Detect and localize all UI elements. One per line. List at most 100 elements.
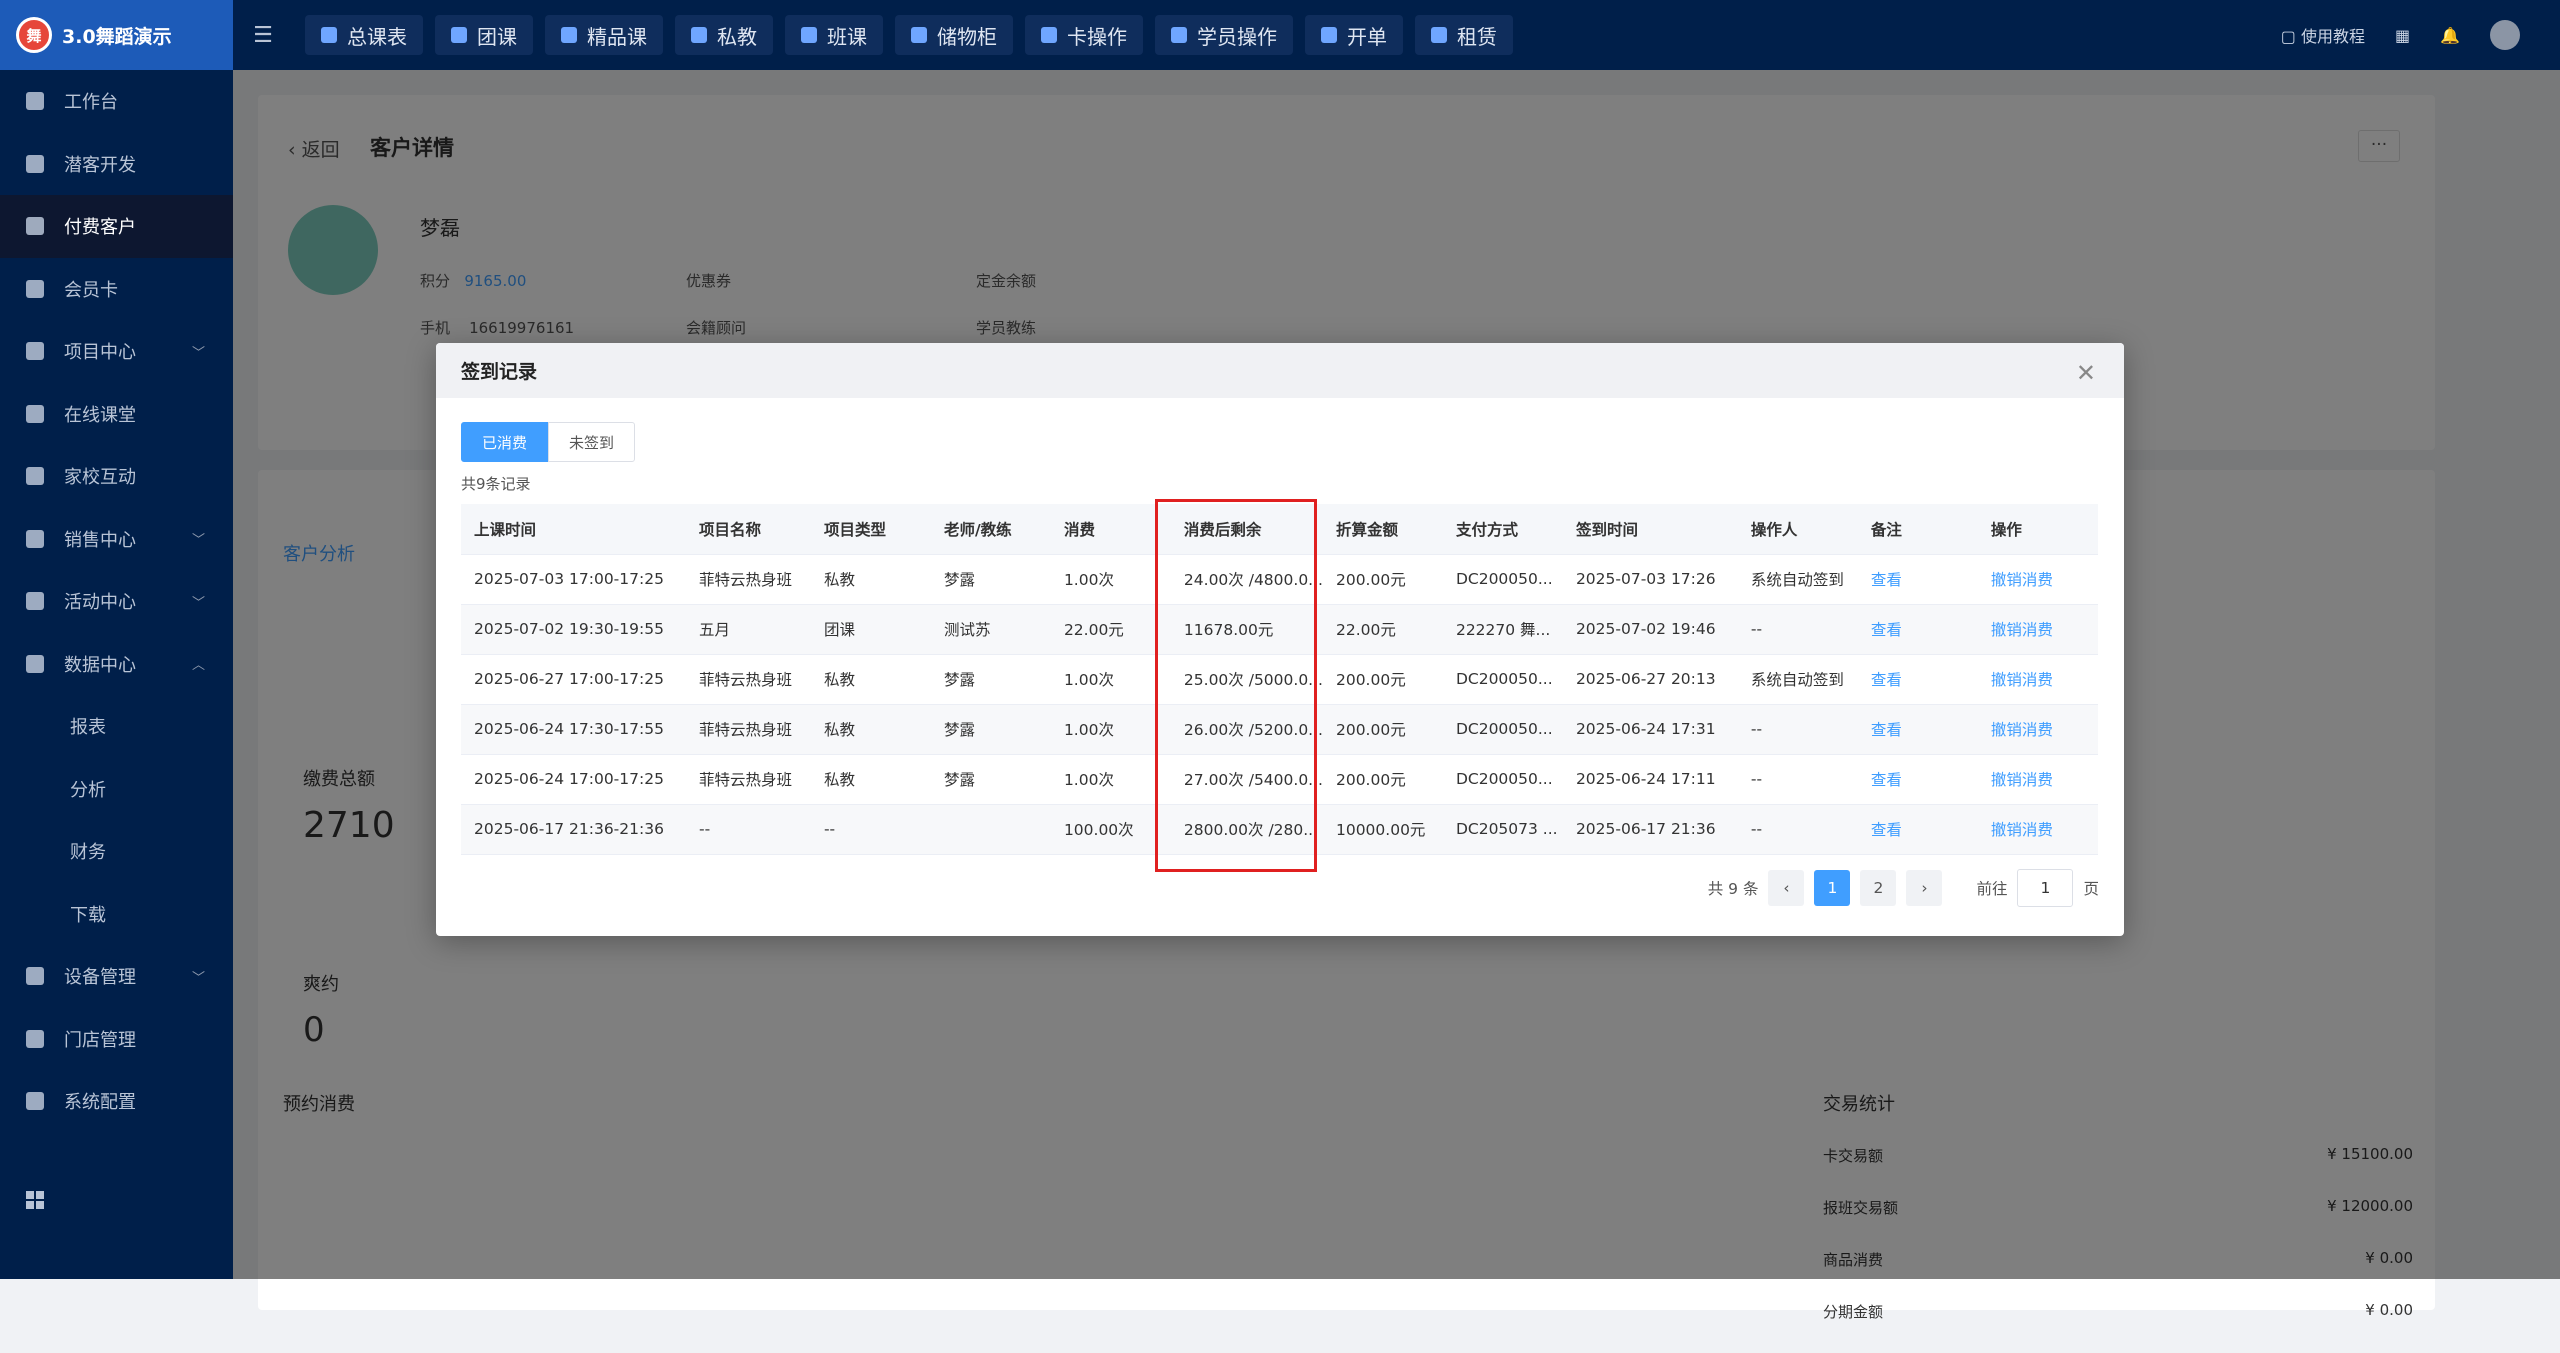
top-tab[interactable]: 学员操作 (1155, 15, 1293, 55)
view-link[interactable]: 查看 (1858, 754, 1978, 804)
sidebar-item[interactable]: 工作台 (0, 70, 233, 133)
app-logo[interactable]: 舞3.0舞蹈演示 (0, 0, 233, 70)
sidebar-icon (26, 405, 44, 423)
apps-grid-icon[interactable] (26, 1191, 44, 1209)
chevron-icon: ﹀ (192, 967, 205, 986)
page-2-button[interactable]: 2 (1860, 870, 1896, 906)
tab-icon (691, 27, 707, 43)
top-tab[interactable]: 精品课 (545, 15, 663, 55)
top-tab[interactable]: 开单 (1305, 15, 1403, 55)
table-cell: 200.00元 (1323, 654, 1443, 704)
table-cell: 200.00元 (1323, 554, 1443, 604)
page-input[interactable]: 1 (2017, 869, 2073, 907)
sidebar-icon (26, 967, 44, 985)
table-cell: 2025-06-17 21:36-21:36 (461, 804, 686, 854)
column-header: 老师/教练 (931, 504, 1051, 554)
sidebar-icon (26, 342, 44, 360)
sidebar-item[interactable]: 活动中心﹀ (0, 570, 233, 633)
table-cell: 2025-07-02 19:30-19:55 (461, 604, 686, 654)
tab-icon (911, 27, 927, 43)
table-cell: DC200050... (1443, 654, 1563, 704)
sidebar-item[interactable]: 门店管理 (0, 1008, 233, 1071)
tab-icon (1041, 27, 1057, 43)
sidebar-item[interactable]: 潜客开发 (0, 133, 233, 196)
bell-icon[interactable]: 🔔 (2440, 26, 2460, 45)
sidebar-subitem[interactable]: 分析 (0, 758, 233, 821)
view-link[interactable]: 查看 (1858, 604, 1978, 654)
sidebar-icon (26, 92, 44, 110)
view-link[interactable]: 查看 (1858, 804, 1978, 854)
revoke-link[interactable]: 撤销消费 (1978, 754, 2098, 804)
table-cell: 2025-06-27 17:00-17:25 (461, 654, 686, 704)
top-tab[interactable]: 租赁 (1415, 15, 1513, 55)
column-header: 项目名称 (686, 504, 811, 554)
sidebar-subitem[interactable]: 财务 (0, 820, 233, 883)
chevron-icon: ﹀ (192, 529, 205, 548)
grid-icon[interactable]: ▦ (2395, 26, 2410, 45)
tab-not-checked-in[interactable]: 未签到 (548, 422, 635, 462)
table-cell: 五月 (686, 604, 811, 654)
sidebar-item[interactable]: 会员卡 (0, 258, 233, 321)
top-tab[interactable]: 总课表 (305, 15, 423, 55)
revoke-link[interactable]: 撤销消费 (1978, 604, 2098, 654)
table-cell: 菲特云热身班 (686, 554, 811, 604)
table-cell: 2025-06-17 21:36 (1563, 804, 1738, 854)
column-header: 项目类型 (811, 504, 931, 554)
table-cell: 2025-06-24 17:31 (1563, 704, 1738, 754)
sidebar-item[interactable]: 项目中心﹀ (0, 320, 233, 383)
sidebar-subitem[interactable]: 下载 (0, 883, 233, 946)
revoke-link[interactable]: 撤销消费 (1978, 804, 2098, 854)
table-cell: 26.00次 /5200.0... (1171, 704, 1323, 754)
page-unit-label: 页 (2083, 877, 2099, 899)
top-tab-label: 私教 (717, 21, 757, 50)
sidebar-item[interactable]: 数据中心︿ (0, 633, 233, 696)
prev-page-button[interactable]: ‹ (1768, 870, 1804, 906)
sidebar-item[interactable]: 系统配置 (0, 1070, 233, 1133)
revoke-link[interactable]: 撤销消费 (1978, 654, 2098, 704)
sidebar-item[interactable]: 销售中心﹀ (0, 508, 233, 571)
table-row: 2025-06-24 17:30-17:55菲特云热身班私教梦露1.00次26.… (461, 704, 2098, 754)
top-tab[interactable]: 储物柜 (895, 15, 1013, 55)
next-page-button[interactable]: › (1906, 870, 1942, 906)
table-cell: -- (1738, 704, 1858, 754)
sidebar-item[interactable]: 家校互动 (0, 445, 233, 508)
help-label: 使用教程 (2301, 27, 2365, 46)
help-link[interactable]: ▢ 使用教程 (2281, 23, 2365, 47)
top-tab[interactable]: 团课 (435, 15, 533, 55)
revoke-link[interactable]: 撤销消费 (1978, 554, 2098, 604)
table-cell: 222270 舞... (1443, 604, 1563, 654)
table-cell: 22.00元 (1051, 604, 1171, 654)
top-tab-label: 开单 (1347, 21, 1387, 50)
column-header: 支付方式 (1443, 504, 1563, 554)
top-tab[interactable]: 班课 (785, 15, 883, 55)
top-tab[interactable]: 私教 (675, 15, 773, 55)
close-icon[interactable]: ✕ (2076, 359, 2096, 387)
table-cell: 私教 (811, 554, 931, 604)
table-cell: 系统自动签到 (1738, 654, 1858, 704)
avatar[interactable] (2490, 20, 2520, 50)
sidebar-item[interactable]: 付费客户 (0, 195, 233, 258)
sidebar-subitem[interactable]: 报表 (0, 695, 233, 758)
tab-consumed[interactable]: 已消费 (461, 422, 548, 462)
view-link[interactable]: 查看 (1858, 704, 1978, 754)
sidebar-item-label: 潜客开发 (64, 151, 136, 177)
tab-icon (561, 27, 577, 43)
table-cell: 菲特云热身班 (686, 654, 811, 704)
view-link[interactable]: 查看 (1858, 554, 1978, 604)
sidebar-item[interactable]: 在线课堂 (0, 383, 233, 446)
top-tab-label: 储物柜 (937, 21, 997, 50)
table-cell: 1.00次 (1051, 704, 1171, 754)
revoke-link[interactable]: 撤销消费 (1978, 704, 2098, 754)
view-link[interactable]: 查看 (1858, 654, 1978, 704)
table-cell: 27.00次 /5400.0... (1171, 754, 1323, 804)
table-cell: 系统自动签到 (1738, 554, 1858, 604)
page-1-button[interactable]: 1 (1814, 870, 1850, 906)
menu-toggle-icon[interactable]: ☰ (233, 23, 293, 48)
top-tab[interactable]: 卡操作 (1025, 15, 1143, 55)
sidebar-item-label: 在线课堂 (64, 401, 136, 427)
chevron-icon: ︿ (192, 654, 205, 673)
sidebar-item[interactable]: 设备管理﹀ (0, 945, 233, 1008)
tab-icon (451, 27, 467, 43)
column-header: 上课时间 (461, 504, 686, 554)
sidebar-icon (26, 1092, 44, 1110)
